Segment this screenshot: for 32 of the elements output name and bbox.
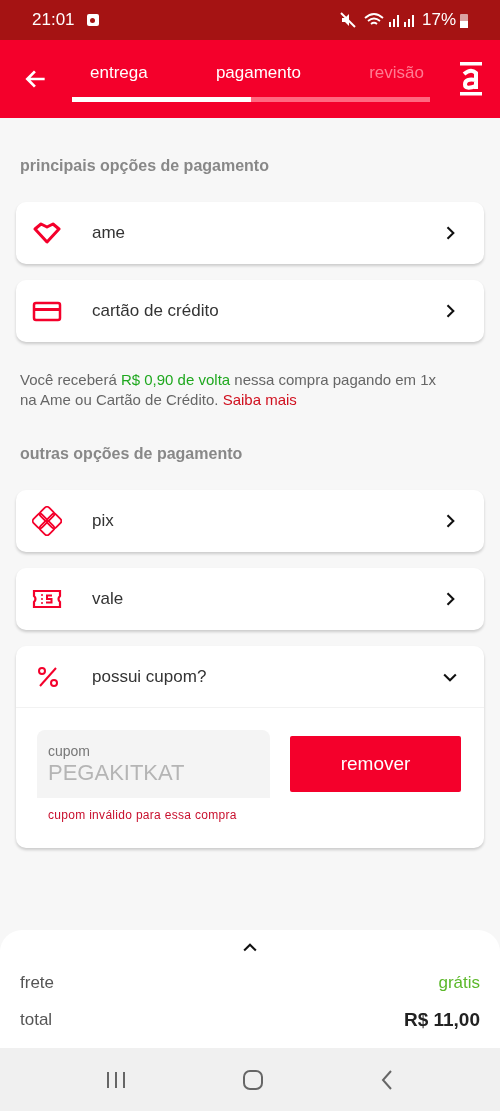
summary-label: frete bbox=[20, 972, 55, 994]
summary-value: R$ 11,00 bbox=[403, 1007, 480, 1032]
wifi-icon bbox=[363, 12, 384, 28]
logo-icon bbox=[459, 62, 483, 96]
ticket-icon bbox=[32, 588, 62, 610]
mute-icon bbox=[339, 12, 356, 28]
remove-button[interactable]: remover bbox=[290, 736, 461, 792]
pix-icon bbox=[32, 506, 62, 536]
step-tab[interactable]: pagamento bbox=[215, 59, 301, 86]
battery-percent: 17% bbox=[421, 9, 456, 32]
status-time: 21:01 bbox=[32, 9, 75, 32]
credit-card-icon bbox=[32, 300, 62, 322]
step-tab[interactable]: entrega bbox=[90, 59, 148, 86]
payment-option[interactable]: cartão de crédito bbox=[16, 280, 484, 342]
payment-option[interactable]: ame bbox=[16, 202, 484, 264]
summary-label: total bbox=[20, 1009, 53, 1031]
payment-option[interactable]: pix bbox=[16, 490, 484, 552]
learn-more-link[interactable]: Saiba mais bbox=[222, 391, 297, 408]
payment-option[interactable]: vale bbox=[16, 568, 484, 630]
battery-icon bbox=[460, 12, 468, 28]
cashback-note: Você receberá R$ 0,90 de volta nessa compra pagando em 1x na Ame ou Cartão de Crédito. Saiba mais bbox=[20, 370, 438, 410]
percent-icon bbox=[36, 664, 60, 689]
home-icon[interactable] bbox=[242, 1068, 264, 1091]
section-title: outras opções de pagamento bbox=[20, 444, 244, 464]
heart-icon bbox=[32, 222, 62, 244]
section-title: principais opções de pagamento bbox=[20, 156, 270, 176]
coupon-toggle[interactable]: possui cupom? bbox=[16, 646, 484, 708]
recent-apps-icon[interactable] bbox=[105, 1069, 128, 1090]
error-message: cupom inválido para essa compra bbox=[48, 807, 238, 824]
summary-value: grátis bbox=[438, 972, 480, 994]
coupon-field[interactable]: cupom PEGAKITKAT bbox=[37, 730, 270, 798]
notification-icon bbox=[86, 14, 99, 26]
